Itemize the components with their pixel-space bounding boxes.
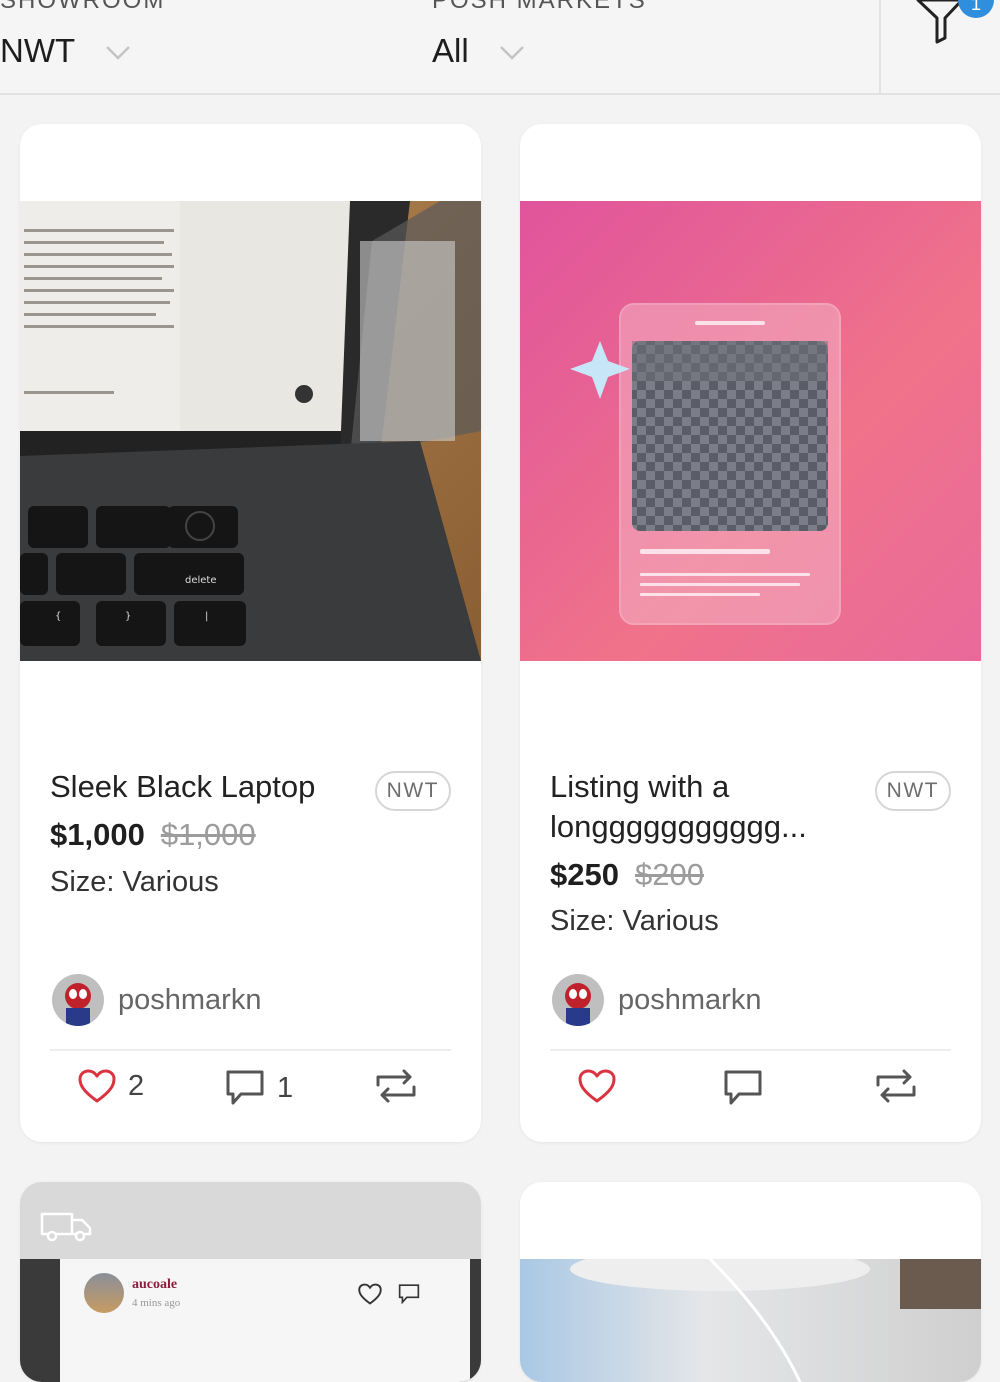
comment-icon [398,1284,420,1305]
listing-photo[interactable] [520,201,981,661]
heart-icon [578,1069,616,1103]
heart-icon [358,1283,382,1305]
shipping-truck-icon [40,1212,92,1242]
showroom-value: NWT [0,32,76,69]
like-count: 2 [128,1069,145,1102]
listing-actions: 2 1 [20,1069,481,1119]
seller-name[interactable]: poshmarkn [118,984,261,1017]
share-button[interactable] [372,1069,420,1103]
svg-text:{: { [55,611,61,622]
condition-badge: NWT [374,771,451,811]
laptop-photo: delete {} | [20,201,481,661]
markets-value: All [432,32,469,69]
avatar[interactable] [552,974,604,1026]
price-row: $250 $200 [550,855,704,895]
chevron-down-icon [106,46,131,60]
listing-actions [520,1069,981,1119]
listing-price: $1,000 [50,817,145,852]
like-button[interactable] [578,1069,616,1103]
photo-screen: aucoale 4 mins ago [60,1259,470,1382]
listing-size: Size: Various [50,866,219,898]
listing-title[interactable]: Sleek Black Laptop [50,767,360,807]
comment-icon [226,1070,264,1105]
listing-photo[interactable]: delete {} | [20,201,481,661]
avatar [84,1273,124,1313]
showroom-label: SHOWROOM [0,0,166,14]
listing-card[interactable]: delete {} | Sleek Black Laptop NWT $1,000… [20,124,481,1142]
condition-badge: NWT [874,771,951,811]
markets-filter[interactable]: POSH MARKETS All [432,0,647,70]
seller-name[interactable]: poshmarkn [618,984,761,1017]
markets-label: POSH MARKETS [432,0,647,14]
seller-link[interactable]: poshmarkn [52,974,261,1026]
share-icon [376,1069,416,1103]
showroom-filter[interactable]: SHOWROOM NWT [0,0,165,70]
listing-card[interactable] [520,1182,981,1382]
chevron-down-icon [499,46,524,60]
listing-size: Size: Various [550,905,719,937]
comment-button[interactable] [723,1069,763,1107]
share-icon [876,1069,916,1103]
svg-text:|: | [205,611,208,622]
like-button[interactable]: 2 [78,1069,144,1103]
listing-card[interactable]: aucoale 4 mins ago [20,1182,481,1382]
heart-icon [78,1069,116,1103]
filter-bar: SHOWROOM NWT POSH MARKETS All 1 [0,0,1000,95]
comment-count: 1 [277,1071,294,1104]
filter-divider [879,0,881,93]
cup-photo [570,1247,981,1382]
avatar[interactable] [52,974,104,1026]
divider [50,1049,451,1051]
comment-button[interactable]: 1 [225,1069,293,1107]
svg-text:}: } [125,611,131,622]
listing-photo[interactable] [520,1247,981,1382]
photo-timestamp: 4 mins ago [132,1297,181,1309]
comment-icon [724,1070,762,1105]
svg-text:delete: delete [185,575,217,586]
seller-link[interactable]: poshmarkn [552,974,761,1026]
listing-photo[interactable]: aucoale 4 mins ago [20,1259,481,1382]
listing-card[interactable]: Listing with a longgggggggggg... NWT $25… [520,124,981,1142]
promo-photo [520,201,981,661]
original-price: $200 [634,857,704,892]
photo-username: aucoale [132,1277,178,1292]
divider [550,1049,951,1051]
listing-price: $250 [550,857,619,892]
listing-title[interactable]: Listing with a longgggggggggg... [550,767,860,847]
filter-funnel-icon[interactable] [916,0,964,44]
price-row: $1,000 $1,000 [50,815,256,855]
share-button[interactable] [872,1069,920,1103]
original-price: $1,000 [160,817,256,852]
